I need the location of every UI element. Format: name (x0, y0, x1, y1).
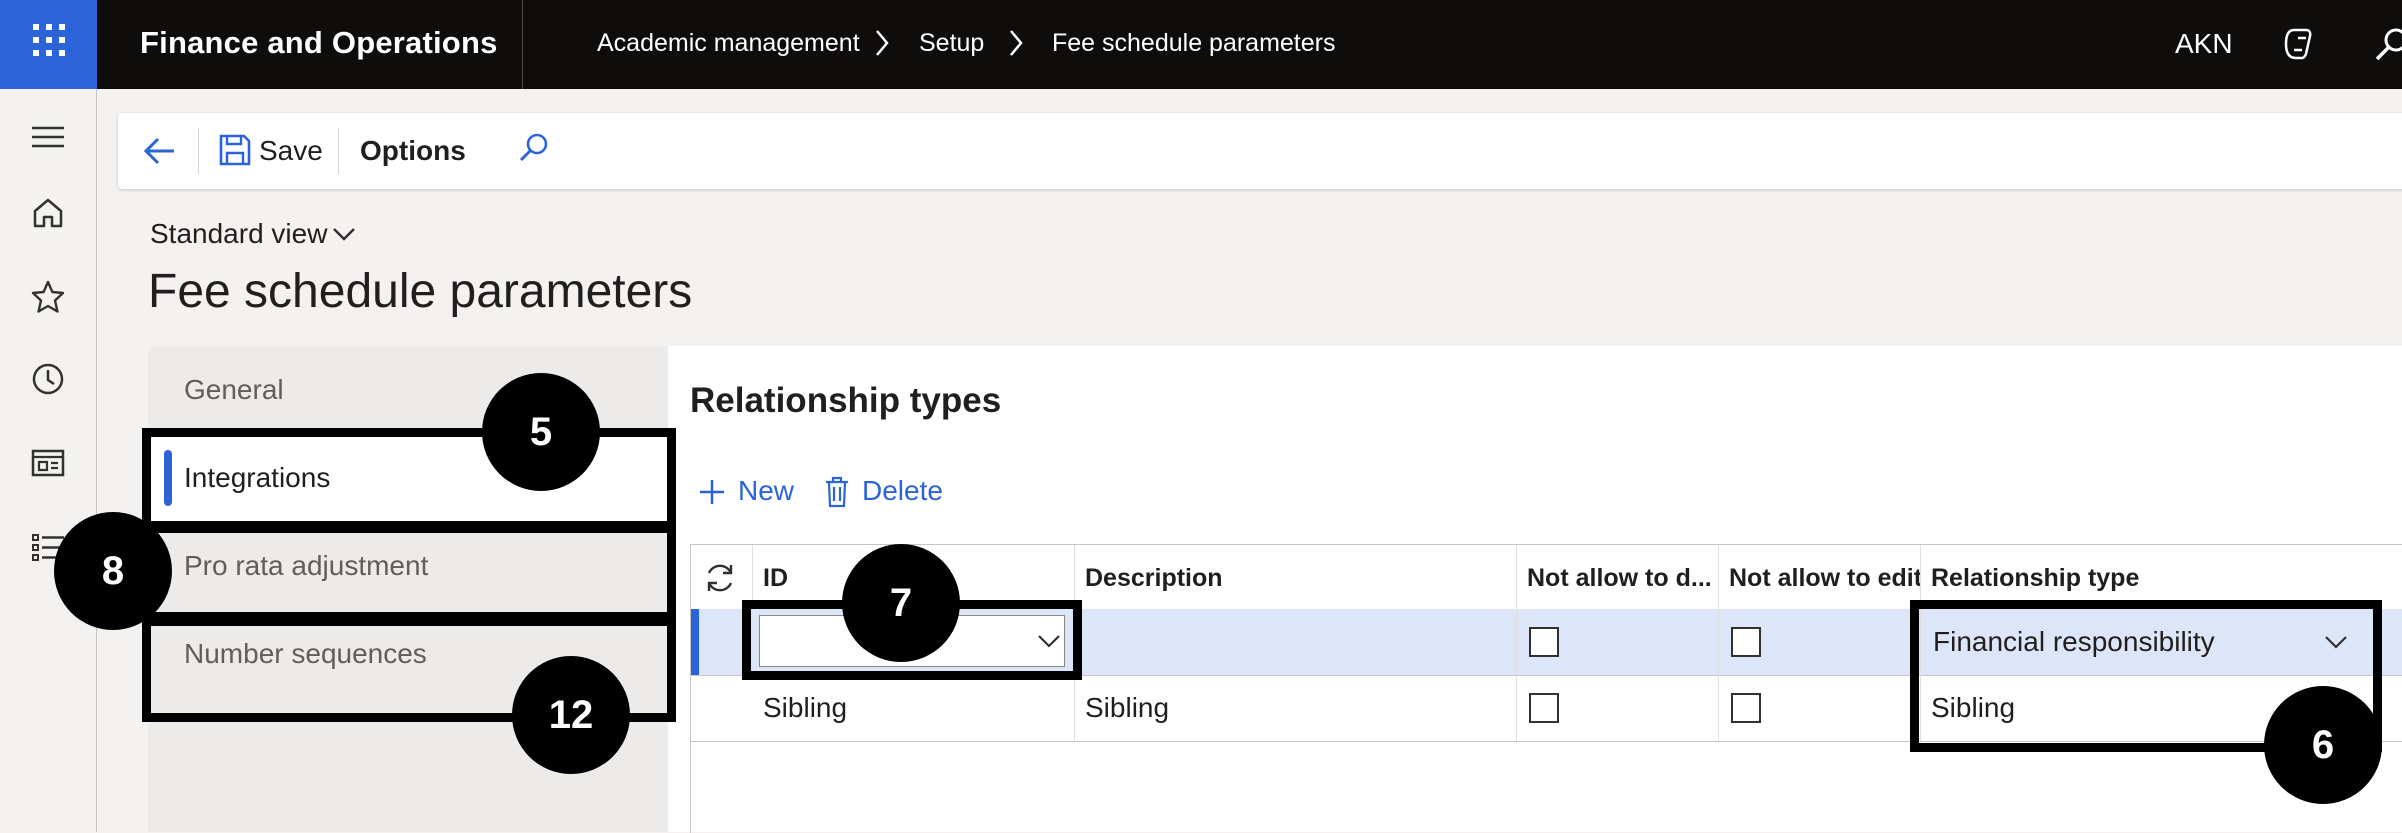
chevron-down-icon[interactable] (330, 220, 358, 248)
not-allow-delete-checkbox[interactable] (1529, 693, 1559, 723)
hamburger-icon[interactable] (30, 119, 66, 155)
new-label: New (738, 475, 795, 506)
breadcrumb-academic-management[interactable]: Academic management (597, 0, 860, 89)
view-selector[interactable]: Standard view (150, 214, 327, 254)
annotation-badge-6: 6 (2264, 686, 2382, 804)
breadcrumb-setup[interactable]: Setup (919, 0, 984, 89)
annotation-badge-7: 7 (842, 544, 960, 662)
app-launcher-icon (33, 24, 65, 56)
tab-label: General (184, 374, 284, 405)
trash-icon (826, 476, 848, 508)
workspace-icon[interactable] (30, 445, 66, 481)
annotation-badge-12: 12 (512, 656, 630, 774)
breadcrumb-chevron-icon (876, 30, 889, 56)
clock-icon[interactable] (30, 361, 66, 397)
description-cell[interactable]: Sibling (1075, 675, 1517, 741)
delete-label: Delete (862, 475, 943, 506)
title-separator (522, 0, 523, 89)
save-label: Save (259, 135, 323, 166)
search-icon[interactable] (2372, 26, 2402, 62)
not-allow-edit-checkbox[interactable] (1731, 693, 1761, 723)
delete-button[interactable]: Delete (824, 466, 954, 516)
annotation-badge-5: 5 (482, 373, 600, 491)
plus-icon (700, 480, 724, 504)
column-header-not-allow-edit[interactable]: Not allow to edit (1719, 545, 1921, 609)
not-allow-delete-cell (1517, 675, 1719, 741)
selected-row-indicator (691, 609, 699, 675)
star-icon[interactable] (30, 279, 66, 315)
app-title[interactable]: Finance and Operations (140, 0, 498, 89)
company-selector[interactable]: AKN (2175, 0, 2233, 89)
not-allow-edit-cell (1719, 675, 1921, 741)
refresh-icon (707, 564, 733, 592)
separator (198, 128, 199, 174)
options-tab[interactable]: Options (360, 131, 466, 171)
id-cell[interactable]: Sibling (753, 675, 1075, 741)
not-allow-edit-checkbox[interactable] (1731, 627, 1761, 657)
action-pane: Save Options (118, 113, 2402, 189)
new-button[interactable]: New (698, 466, 798, 516)
navigation-pane (0, 89, 97, 832)
top-bar: Finance and Operations Academic manageme… (0, 0, 2402, 89)
highlight-box-pro-rata (142, 524, 676, 626)
column-header-description[interactable]: Description (1075, 545, 1517, 609)
home-icon[interactable] (30, 195, 66, 231)
not-allow-delete-checkbox[interactable] (1529, 627, 1559, 657)
back-arrow-icon[interactable] (140, 131, 180, 171)
app-launcher-button[interactable] (0, 0, 97, 89)
not-allow-delete-cell (1517, 609, 1719, 675)
page-title: Fee schedule parameters (148, 265, 693, 318)
breadcrumb-chevron-icon (1010, 30, 1023, 56)
save-icon (219, 134, 251, 166)
search-icon[interactable] (513, 129, 553, 169)
section-title: Relationship types (690, 381, 1002, 420)
separator (338, 128, 339, 174)
description-cell[interactable] (1075, 609, 1517, 675)
not-allow-edit-cell (1719, 609, 1921, 675)
copilot-icon[interactable] (2280, 24, 2320, 64)
column-header-not-allow-delete[interactable]: Not allow to d... (1517, 545, 1719, 609)
breadcrumb-fee-schedule-parameters[interactable]: Fee schedule parameters (1052, 0, 1335, 89)
annotation-badge-8: 8 (54, 512, 172, 630)
